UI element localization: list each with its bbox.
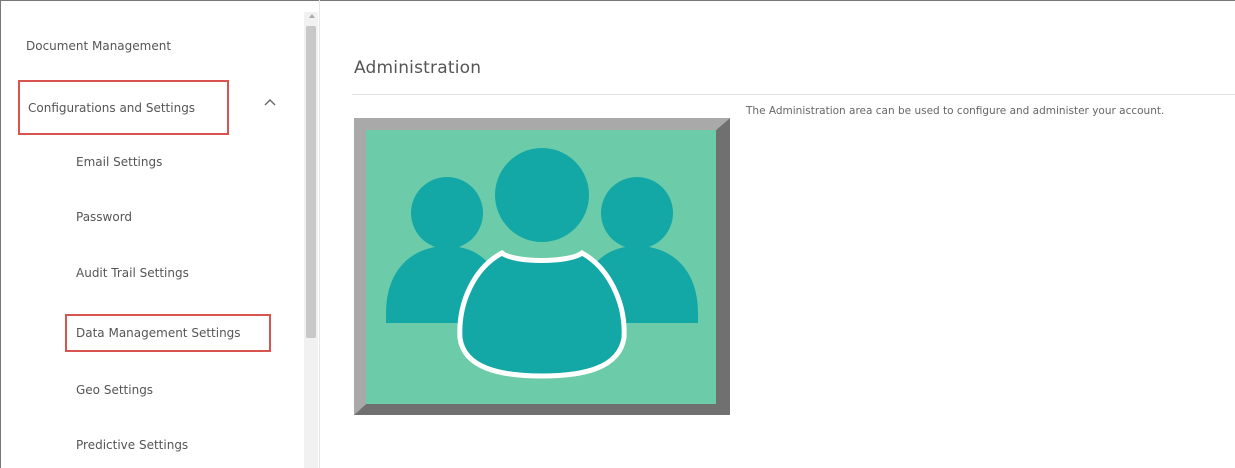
sidebar-item-predictive-settings[interactable]: Predictive Settings [76, 438, 188, 452]
administration-description: The Administration area can be used to c… [746, 105, 1165, 117]
chevron-up-icon[interactable] [263, 97, 277, 107]
sidebar-divider [319, 0, 320, 468]
sidebar: Document Management Configurations and S… [1, 1, 304, 468]
scroll-up-arrow-icon[interactable] [309, 14, 315, 18]
sidebar-item-data-management-settings[interactable]: Data Management Settings [65, 314, 271, 352]
sidebar-item-audit-trail-settings[interactable]: Audit Trail Settings [76, 266, 189, 280]
sidebar-item-email-settings[interactable]: Email Settings [76, 155, 162, 169]
sidebar-group-label: Configurations and Settings [28, 100, 196, 115]
users-group-icon [354, 118, 730, 415]
sidebar-group-configurations-and-settings[interactable]: Configurations and Settings [18, 80, 229, 135]
sidebar-item-geo-settings[interactable]: Geo Settings [76, 383, 153, 397]
page-title: Administration [354, 58, 482, 78]
scrollbar-thumb[interactable] [306, 26, 316, 338]
sidebar-item-document-management[interactable]: Document Management [26, 39, 171, 53]
title-divider [352, 94, 1235, 95]
sidebar-item-label: Data Management Settings [76, 326, 241, 340]
sidebar-item-password[interactable]: Password [76, 210, 132, 224]
